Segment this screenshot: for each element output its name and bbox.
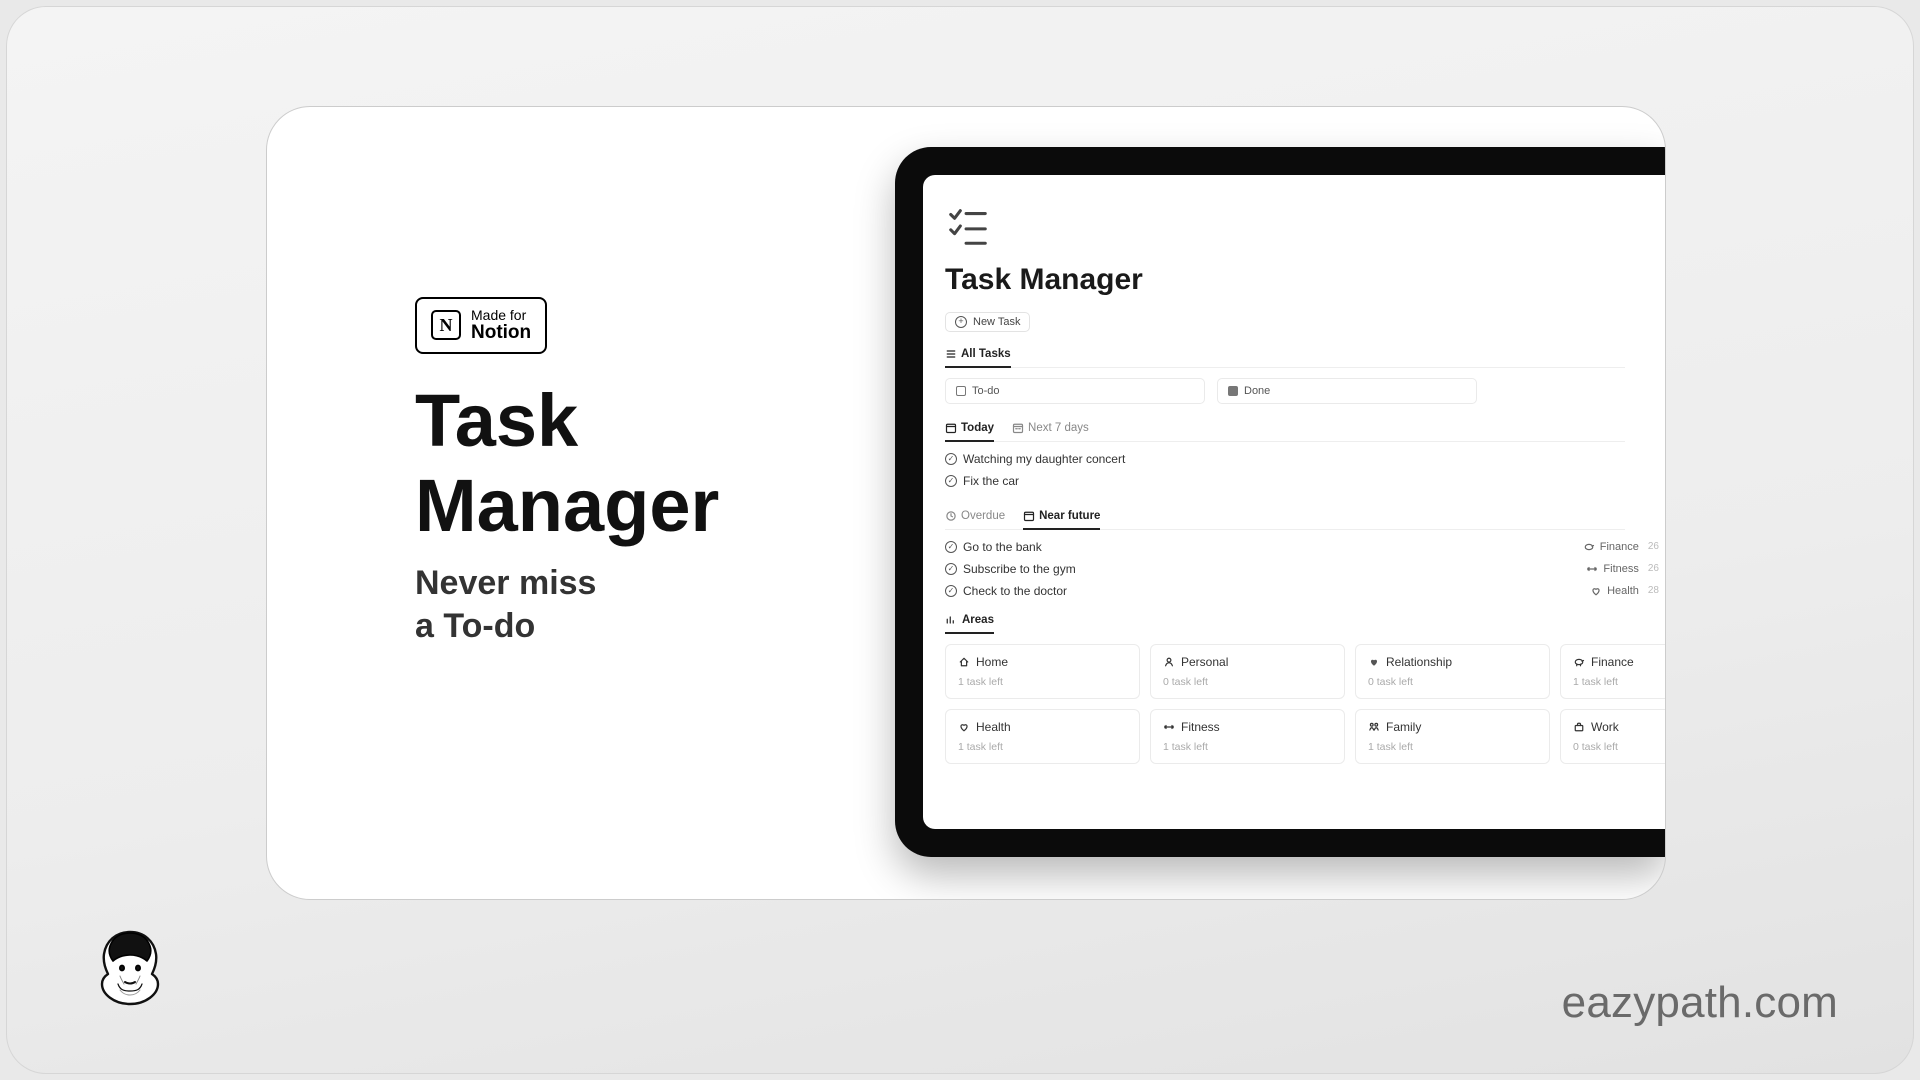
heart-icon	[958, 721, 970, 733]
area-name: Work	[1591, 720, 1619, 734]
piggy-bank-icon	[1583, 541, 1595, 553]
task-label: Check to the doctor	[963, 584, 1067, 598]
brand-name: eazypath.com	[1562, 978, 1838, 1028]
check-circle-icon[interactable]: ✓	[945, 475, 957, 487]
area-name: Finance	[1591, 655, 1634, 669]
area-name: Home	[976, 655, 1008, 669]
promo-title: Task Manager	[415, 378, 719, 548]
badge-line2: Notion	[471, 323, 531, 343]
page-title: Task Manager	[945, 263, 1665, 297]
areas-grid: Home1 task leftPersonal0 task leftRelati…	[945, 644, 1665, 764]
area-card-fitness[interactable]: Fitness 1 task left	[1150, 709, 1345, 764]
check-circle-icon[interactable]: ✓	[945, 453, 957, 465]
chart-bar-icon	[945, 614, 957, 626]
area-sub: 0 task left	[1368, 676, 1537, 688]
area-card-health[interactable]: Health 1 task left	[945, 709, 1140, 764]
brief-icon	[1573, 721, 1585, 733]
home-icon	[958, 656, 970, 668]
checklist-icon	[945, 203, 991, 249]
heart2-icon	[1368, 656, 1380, 668]
area-sub: 1 task left	[1163, 741, 1332, 753]
notion-logo-icon: N	[431, 310, 461, 340]
calendar-icon	[945, 422, 957, 434]
tablet-frame: Task Manager + New Task All Tasks	[895, 147, 1665, 857]
area-card-personal[interactable]: Personal 0 task left	[1150, 644, 1345, 699]
clock-alert-icon	[945, 510, 957, 522]
area-name: Relationship	[1386, 655, 1452, 669]
area-sub: 0 task left	[1163, 676, 1332, 688]
task-label: Fix the car	[963, 474, 1019, 488]
area-card-home[interactable]: Home 1 task left	[945, 644, 1140, 699]
new-task-label: New Task	[973, 316, 1020, 328]
area-sub: 1 task left	[958, 676, 1127, 688]
check-circle-icon[interactable]: ✓	[945, 563, 957, 575]
area-name: Fitness	[1181, 720, 1220, 734]
badge-line1: Made for	[471, 308, 531, 323]
area-sub: 1 task left	[1368, 741, 1537, 753]
area-card-finance[interactable]: Finance 1 task left	[1560, 644, 1665, 699]
check-circle-icon[interactable]: ✓	[945, 541, 957, 553]
status-todo[interactable]: To-do	[945, 378, 1205, 404]
task-row[interactable]: ✓ Fix the car	[945, 470, 1665, 492]
tab-near-future[interactable]: Near future	[1023, 506, 1100, 530]
task-row[interactable]: ✓Check to the doctor Health28	[945, 580, 1665, 602]
task-label: Go to the bank	[963, 540, 1042, 554]
task-label: Watching my daughter concert	[963, 452, 1125, 466]
family-icon	[1368, 721, 1380, 733]
calendar-range-icon	[1012, 422, 1024, 434]
area-sub: 1 task left	[1573, 676, 1665, 688]
task-row[interactable]: ✓Go to the bank Finance26	[945, 536, 1665, 558]
check-square-icon	[1228, 386, 1238, 396]
task-row[interactable]: ✓Subscribe to the gym Fitness26	[945, 558, 1665, 580]
task-label: Subscribe to the gym	[963, 562, 1076, 576]
status-done[interactable]: Done	[1217, 378, 1477, 404]
author-avatar	[88, 924, 172, 1024]
tab-next-7-days[interactable]: Next 7 days	[1012, 418, 1089, 441]
calendar-icon	[1023, 510, 1035, 522]
dumbbell-icon	[1586, 563, 1598, 575]
promo-subtitle: Never miss a To-do	[415, 562, 719, 649]
area-card-family[interactable]: Family 1 task left	[1355, 709, 1550, 764]
area-sub: 1 task left	[958, 741, 1127, 753]
area-name: Personal	[1181, 655, 1228, 669]
area-card-work[interactable]: Work 0 task left	[1560, 709, 1665, 764]
task-row[interactable]: ✓ Watching my daughter concert	[945, 448, 1665, 470]
dumbbell-icon	[1163, 721, 1175, 733]
check-circle-icon[interactable]: ✓	[945, 585, 957, 597]
made-for-notion-badge: N Made for Notion	[415, 297, 547, 354]
plus-circle-icon: +	[955, 316, 967, 328]
square-icon	[956, 386, 966, 396]
person-icon	[1163, 656, 1175, 668]
area-name: Family	[1386, 720, 1421, 734]
area-card-relationship[interactable]: Relationship 0 task left	[1355, 644, 1550, 699]
tab-today[interactable]: Today	[945, 418, 994, 442]
heart-icon	[1590, 585, 1602, 597]
piggy-icon	[1573, 656, 1585, 668]
new-task-button[interactable]: + New Task	[945, 312, 1030, 332]
tab-areas[interactable]: Areas	[945, 610, 994, 634]
area-name: Health	[976, 720, 1011, 734]
tab-all-tasks[interactable]: All Tasks	[945, 344, 1011, 368]
list-icon	[945, 348, 957, 360]
area-sub: 0 task left	[1573, 741, 1665, 753]
promo-card: N Made for Notion Task Manager Never mis…	[266, 106, 1666, 900]
tab-overdue[interactable]: Overdue	[945, 506, 1005, 529]
app-screen: Task Manager + New Task All Tasks	[923, 175, 1665, 829]
future-task-list: ✓Go to the bank Finance26 ✓Subscribe to …	[945, 536, 1665, 602]
